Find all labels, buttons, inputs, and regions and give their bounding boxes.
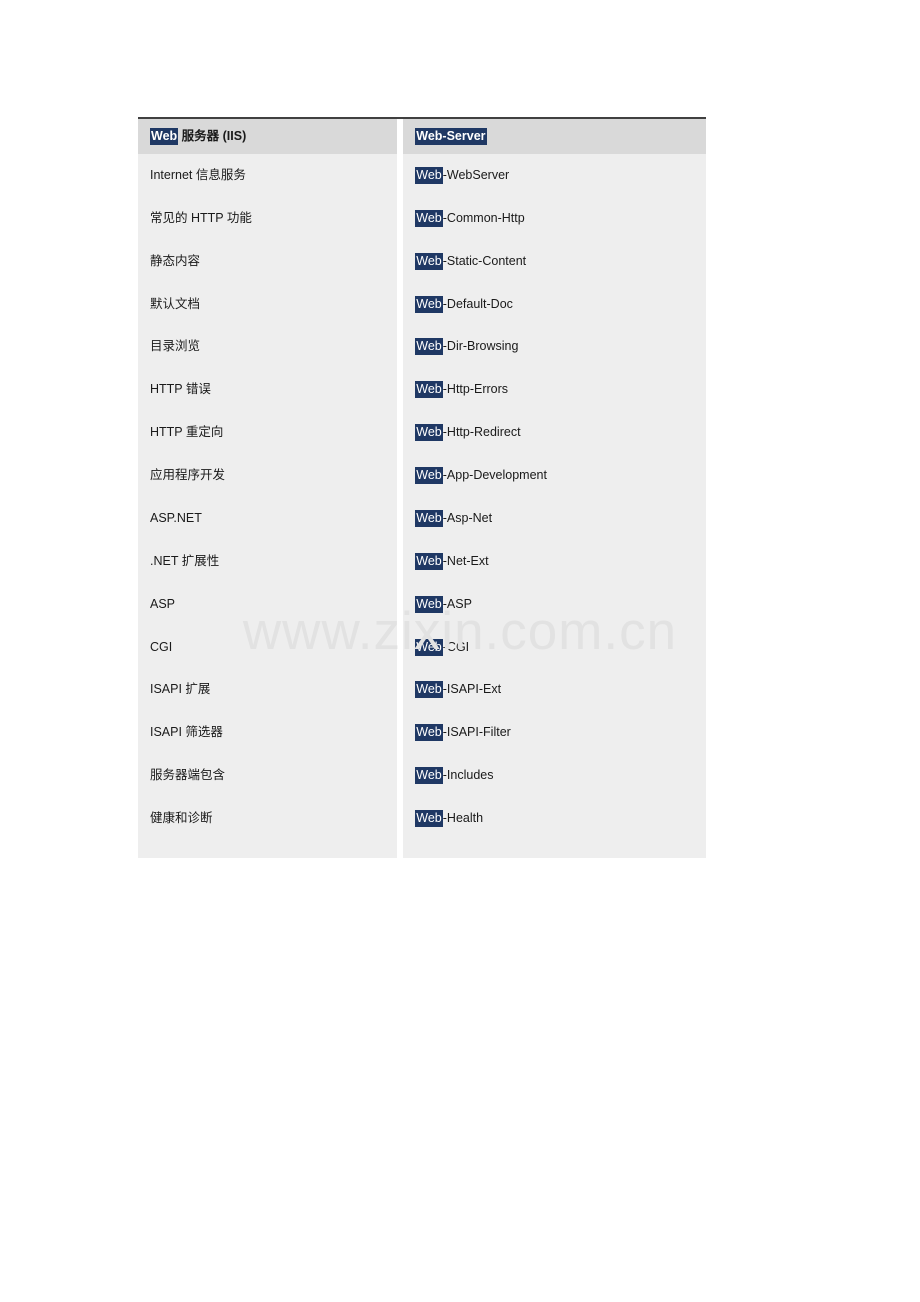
feature-prefix-highlight: Web [415,681,443,699]
feature-suffix: -ASP [442,596,472,611]
table-bottom-spacer-row [138,839,706,858]
feature-prefix-highlight: Web [415,467,443,484]
table-row: 健康和诊断 Web-Health [138,797,706,840]
feature-suffix: -Includes [442,768,494,783]
feature-prefix-highlight: Web [415,595,443,613]
table-row: HTTP 重定向 Web-Http-Redirect [138,411,706,454]
header-left-rest: 服务器 (IIS) [178,129,247,143]
cell-chinese-name: .NET 扩展性 [138,539,397,583]
table-row: 常见的 HTTP 功能 Web-Common-Http [138,196,706,240]
cell-feature-name: Web-Http-Redirect [403,411,706,454]
cell-chinese-name: 应用程序开发 [138,454,397,497]
table-row: 应用程序开发 Web-App-Development [138,454,706,497]
feature-suffix: -CGI [442,639,470,654]
feature-suffix: -ISAPI-Ext [442,682,502,697]
cell-chinese-name: ASP.NET [138,496,397,540]
cell-feature-name: Web-App-Development [403,454,706,497]
cell-feature-name: Web-Includes [403,754,706,797]
cell-feature-name: Web-ISAPI-Ext [403,668,706,712]
feature-prefix-highlight: Web [415,724,443,742]
cell-feature-name: Web-Static-Content [403,239,706,283]
cell-feature-name: Web-Common-Http [403,196,706,240]
feature-prefix-highlight: Web [415,295,443,313]
cell-chinese-name: 目录浏览 [138,325,397,369]
header-cell-feature-name: Web-Server [403,119,706,154]
cell-feature-name: Web-Default-Doc [403,282,706,326]
table-row: CGI Web-CGI [138,625,706,669]
iis-feature-table: Web 服务器 (IIS) Web-Server Internet 信息服务 W… [138,117,706,858]
cell-feature-name: Web-Dir-Browsing [403,325,706,369]
table-row: HTTP 错误 Web-Http-Errors [138,368,706,412]
cell-feature-name: Web-Asp-Net [403,496,706,540]
feature-prefix-highlight: Web [415,209,443,227]
cell-chinese-name: 常见的 HTTP 功能 [138,196,397,240]
spacer-cell-left [138,839,397,858]
cell-chinese-name: HTTP 重定向 [138,411,397,454]
feature-suffix: -Http-Errors [442,382,509,397]
document-page: Web 服务器 (IIS) Web-Server Internet 信息服务 W… [0,0,920,1302]
table-row: 目录浏览 Web-Dir-Browsing [138,325,706,369]
feature-suffix: -App-Development [442,468,547,482]
feature-suffix: -Default-Doc [442,296,513,311]
feature-prefix-highlight: Web [415,552,443,570]
feature-prefix-highlight: Web [415,252,443,270]
cell-feature-name: Web-Net-Ext [403,539,706,583]
cell-chinese-name: Internet 信息服务 [138,153,397,197]
feature-suffix: -Asp-Net [442,510,493,525]
header-cell-chinese-name: Web 服务器 (IIS) [138,119,397,154]
feature-suffix: -Net-Ext [442,553,489,568]
feature-prefix-highlight: Web [415,638,443,656]
cell-chinese-name: ASP [138,582,397,626]
header-left-highlight: Web [150,128,179,145]
table-row: .NET 扩展性 Web-Net-Ext [138,539,706,583]
cell-chinese-name: ISAPI 扩展 [138,668,397,712]
feature-suffix: -WebServer [442,167,510,182]
cell-feature-name: Web-ISAPI-Filter [403,711,706,755]
table-row: 静态内容 Web-Static-Content [138,239,706,283]
feature-prefix-highlight: Web [415,767,443,785]
feature-suffix: -Health [442,811,484,825]
table-row: 默认文档 Web-Default-Doc [138,282,706,326]
feature-prefix-highlight: Web [415,166,443,184]
cell-chinese-name: ISAPI 筛选器 [138,711,397,755]
feature-suffix: -ISAPI-Filter [442,725,511,740]
feature-prefix-highlight: Web [415,424,443,442]
feature-prefix-highlight: Web [415,338,443,356]
feature-suffix: -Common-Http [442,210,525,225]
feature-suffix: -Static-Content [442,253,527,268]
cell-chinese-name: 默认文档 [138,282,397,326]
cell-chinese-name: 静态内容 [138,239,397,283]
table-row: ASP.NET Web-Asp-Net [138,496,706,540]
cell-chinese-name: HTTP 错误 [138,368,397,412]
cell-feature-name: Web-Health [403,797,706,840]
table-row: Internet 信息服务 Web-WebServer [138,153,706,197]
table-header-row: Web 服务器 (IIS) Web-Server [138,119,706,154]
table-row: 服务器端包含 Web-Includes [138,754,706,797]
cell-feature-name: Web-ASP [403,582,706,626]
cell-feature-name: Web-CGI [403,625,706,669]
table-body: Web 服务器 (IIS) Web-Server Internet 信息服务 W… [138,119,706,858]
feature-prefix-highlight: Web [415,810,443,827]
cell-chinese-name: 服务器端包含 [138,754,397,797]
spacer-cell-right [403,839,706,858]
feature-prefix-highlight: Web [415,509,443,527]
table-row: ASP Web-ASP [138,582,706,626]
feature-suffix: -Dir-Browsing [442,339,519,354]
cell-feature-name: Web-WebServer [403,153,706,197]
table-row: ISAPI 筛选器 Web-ISAPI-Filter [138,711,706,755]
cell-feature-name: Web-Http-Errors [403,368,706,412]
table-row: ISAPI 扩展 Web-ISAPI-Ext [138,668,706,712]
feature-suffix: -Http-Redirect [442,425,521,440]
feature-prefix-highlight: Web [415,381,443,399]
cell-chinese-name: 健康和诊断 [138,797,397,840]
cell-chinese-name: CGI [138,625,397,669]
header-right-highlight: Web-Server [415,128,487,145]
